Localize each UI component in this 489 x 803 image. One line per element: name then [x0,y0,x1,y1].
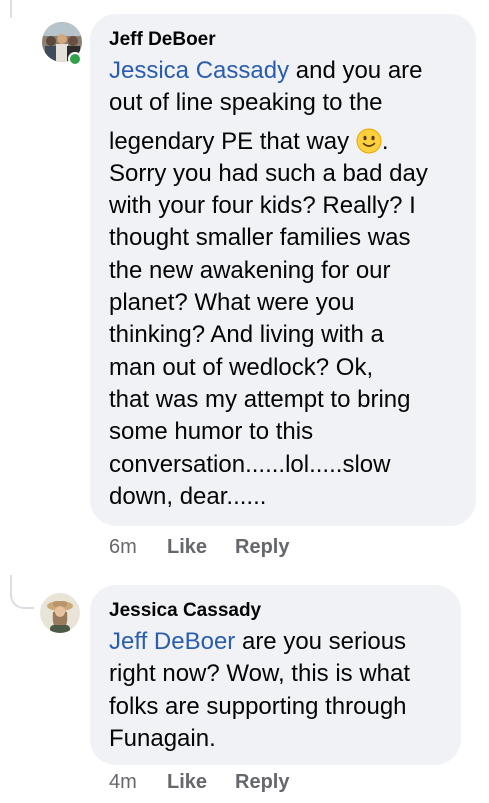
reply-button[interactable]: Reply [235,771,289,794]
comment-body: Jeff DeBoer are you serious right now? W… [109,626,449,755]
comment-author[interactable]: Jeff DeBoer [109,29,464,51]
comment-jeff: Jeff DeBoer Jessica Cassady and you are … [0,0,489,575]
comment-text: . [381,127,389,155]
comment-bubble[interactable]: Jeff DeBoer Jessica Cassady and you are … [90,14,476,526]
comment-text: down, dear...... [109,482,267,510]
comment-text: planet? What were you [109,289,355,317]
comment-actions: 4m Like Reply [109,771,289,794]
slightly-smiling-face-icon [356,128,382,154]
avatar-jessica[interactable] [40,593,80,633]
comment-text: folks are supporting through [109,692,407,720]
comment-text: with your four kids? Really? I [109,192,416,220]
comment-text: legendary PE that way [109,127,350,155]
mention-link[interactable]: Jessica Cassady [109,57,289,84]
comment-text: man out of wedlock? Ok, [109,353,374,381]
comment-timestamp[interactable]: 4m [109,771,167,794]
like-button[interactable]: Like [167,536,235,559]
comment-bubble[interactable]: Jessica Cassady Jeff DeBoer are you seri… [90,585,461,765]
reply-button[interactable]: Reply [235,536,289,559]
profile-photo [40,593,80,633]
comment-text: that was my attempt to bring [109,385,411,413]
comment-jessica: Jessica Cassady Jeff DeBoer are you seri… [0,575,489,803]
comment-text: Sorry you had such a bad day [109,159,428,187]
comment-actions: 6m Like Reply [109,536,289,559]
comment-text: Funagain. [109,724,216,752]
online-status-icon [68,52,82,66]
comment-text: the new awakening for our [109,256,391,284]
comment-text: out of line speaking to the [109,89,383,117]
comment-text: right now? Wow, this is what [109,660,411,688]
like-button[interactable]: Like [167,771,235,794]
comment-text: conversation......lol.....slow [109,450,391,478]
mention-link[interactable]: Jeff DeBoer [109,628,235,655]
comment-body: Jessica Cassady and you are out of line … [109,55,464,513]
comment-text: thinking? And living with a [109,321,384,349]
comment-text: some humor to this [109,418,314,446]
comment-text: and you are [289,57,423,84]
comment-timestamp[interactable]: 6m [109,536,167,559]
comment-author[interactable]: Jessica Cassady [109,600,449,622]
comment-text: are you serious [235,628,407,655]
comment-text: thought smaller families was [109,224,411,252]
